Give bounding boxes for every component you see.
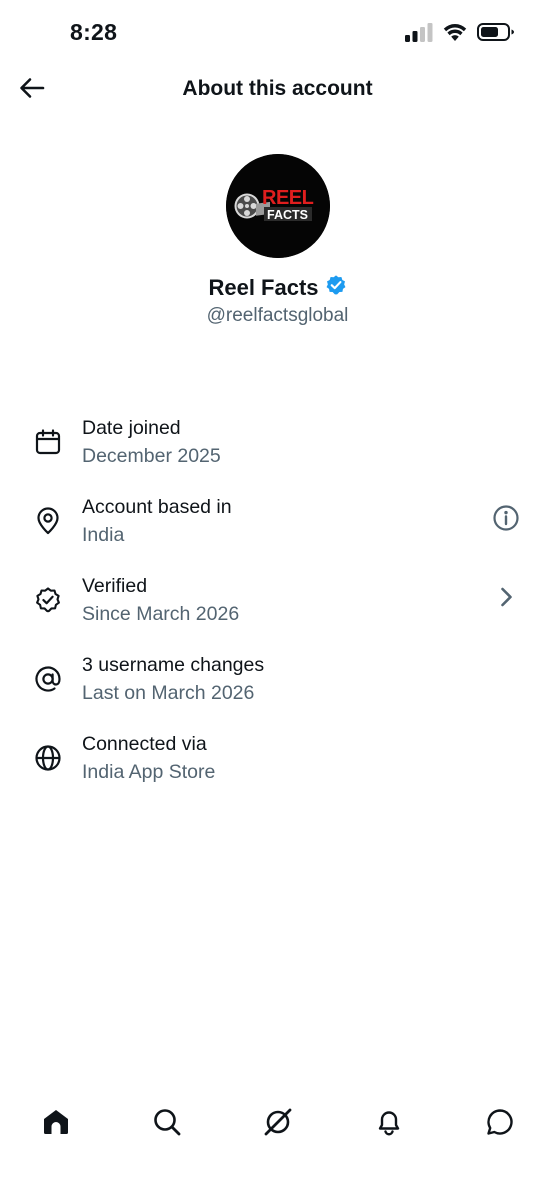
info-subtitle: India App Store	[82, 761, 216, 783]
messages-icon	[485, 1107, 515, 1142]
info-icon	[492, 504, 520, 537]
wifi-icon	[443, 22, 467, 47]
account-info-list: Date joined December 2025 Account based …	[0, 406, 555, 801]
info-title: Date joined	[82, 417, 181, 439]
cellular-signal-icon	[405, 22, 433, 47]
nav-notifications[interactable]	[371, 1106, 407, 1142]
about-account-screen: 8:28 About this account REEL FACTS Reel …	[0, 0, 555, 1200]
status-icons	[405, 22, 515, 46]
info-button[interactable]	[491, 504, 521, 537]
home-icon	[41, 1107, 71, 1142]
list-item-account-based-in: Account based in India	[0, 485, 555, 564]
avatar: REEL FACTS	[226, 154, 330, 258]
svg-text:FACTS: FACTS	[267, 208, 308, 222]
verified-check-icon	[34, 586, 62, 614]
nav-home[interactable]	[38, 1106, 74, 1142]
reel-facts-logo: REEL FACTS	[226, 154, 330, 258]
status-time: 8:28	[70, 19, 118, 45]
info-subtitle: India	[82, 524, 125, 546]
globe-icon	[34, 744, 62, 772]
battery-icon	[477, 22, 515, 47]
grok-icon	[262, 1106, 294, 1143]
list-item-verified[interactable]: Verified Since March 2026	[0, 564, 555, 643]
at-sign-icon	[34, 665, 62, 693]
header: About this account	[0, 64, 555, 116]
svg-text:REEL: REEL	[262, 187, 314, 209]
info-subtitle: Last on March 2026	[82, 682, 255, 704]
verified-badge-icon[interactable]	[325, 274, 347, 301]
nav-grok[interactable]	[260, 1106, 296, 1142]
info-title: Verified	[82, 575, 148, 597]
location-pin-icon	[34, 507, 62, 535]
list-item-username-changes: 3 username changes Last on March 2026	[0, 643, 555, 722]
info-subtitle: Since March 2026	[82, 603, 240, 625]
account-handle: @reelfactsglobal	[206, 305, 349, 326]
info-title: Connected via	[82, 733, 207, 755]
nav-search[interactable]	[149, 1106, 185, 1142]
display-name-row: Reel Facts	[0, 274, 555, 301]
nav-messages[interactable]	[482, 1106, 518, 1142]
info-title: Account based in	[82, 496, 232, 518]
chevron-right-icon	[495, 585, 517, 614]
bottom-nav	[0, 1096, 555, 1152]
status-bar: 8:28	[0, 0, 555, 64]
list-item-connected-via: Connected via India App Store	[0, 722, 555, 801]
notifications-bell-icon	[374, 1107, 404, 1142]
display-name: Reel Facts	[208, 274, 319, 300]
calendar-icon	[34, 428, 62, 456]
verified-details-button[interactable]	[491, 584, 521, 614]
info-title: 3 username changes	[82, 654, 265, 676]
list-item-date-joined: Date joined December 2025	[0, 406, 555, 485]
search-icon	[152, 1107, 182, 1142]
info-subtitle: December 2025	[82, 445, 221, 467]
page-title: About this account	[182, 77, 373, 100]
